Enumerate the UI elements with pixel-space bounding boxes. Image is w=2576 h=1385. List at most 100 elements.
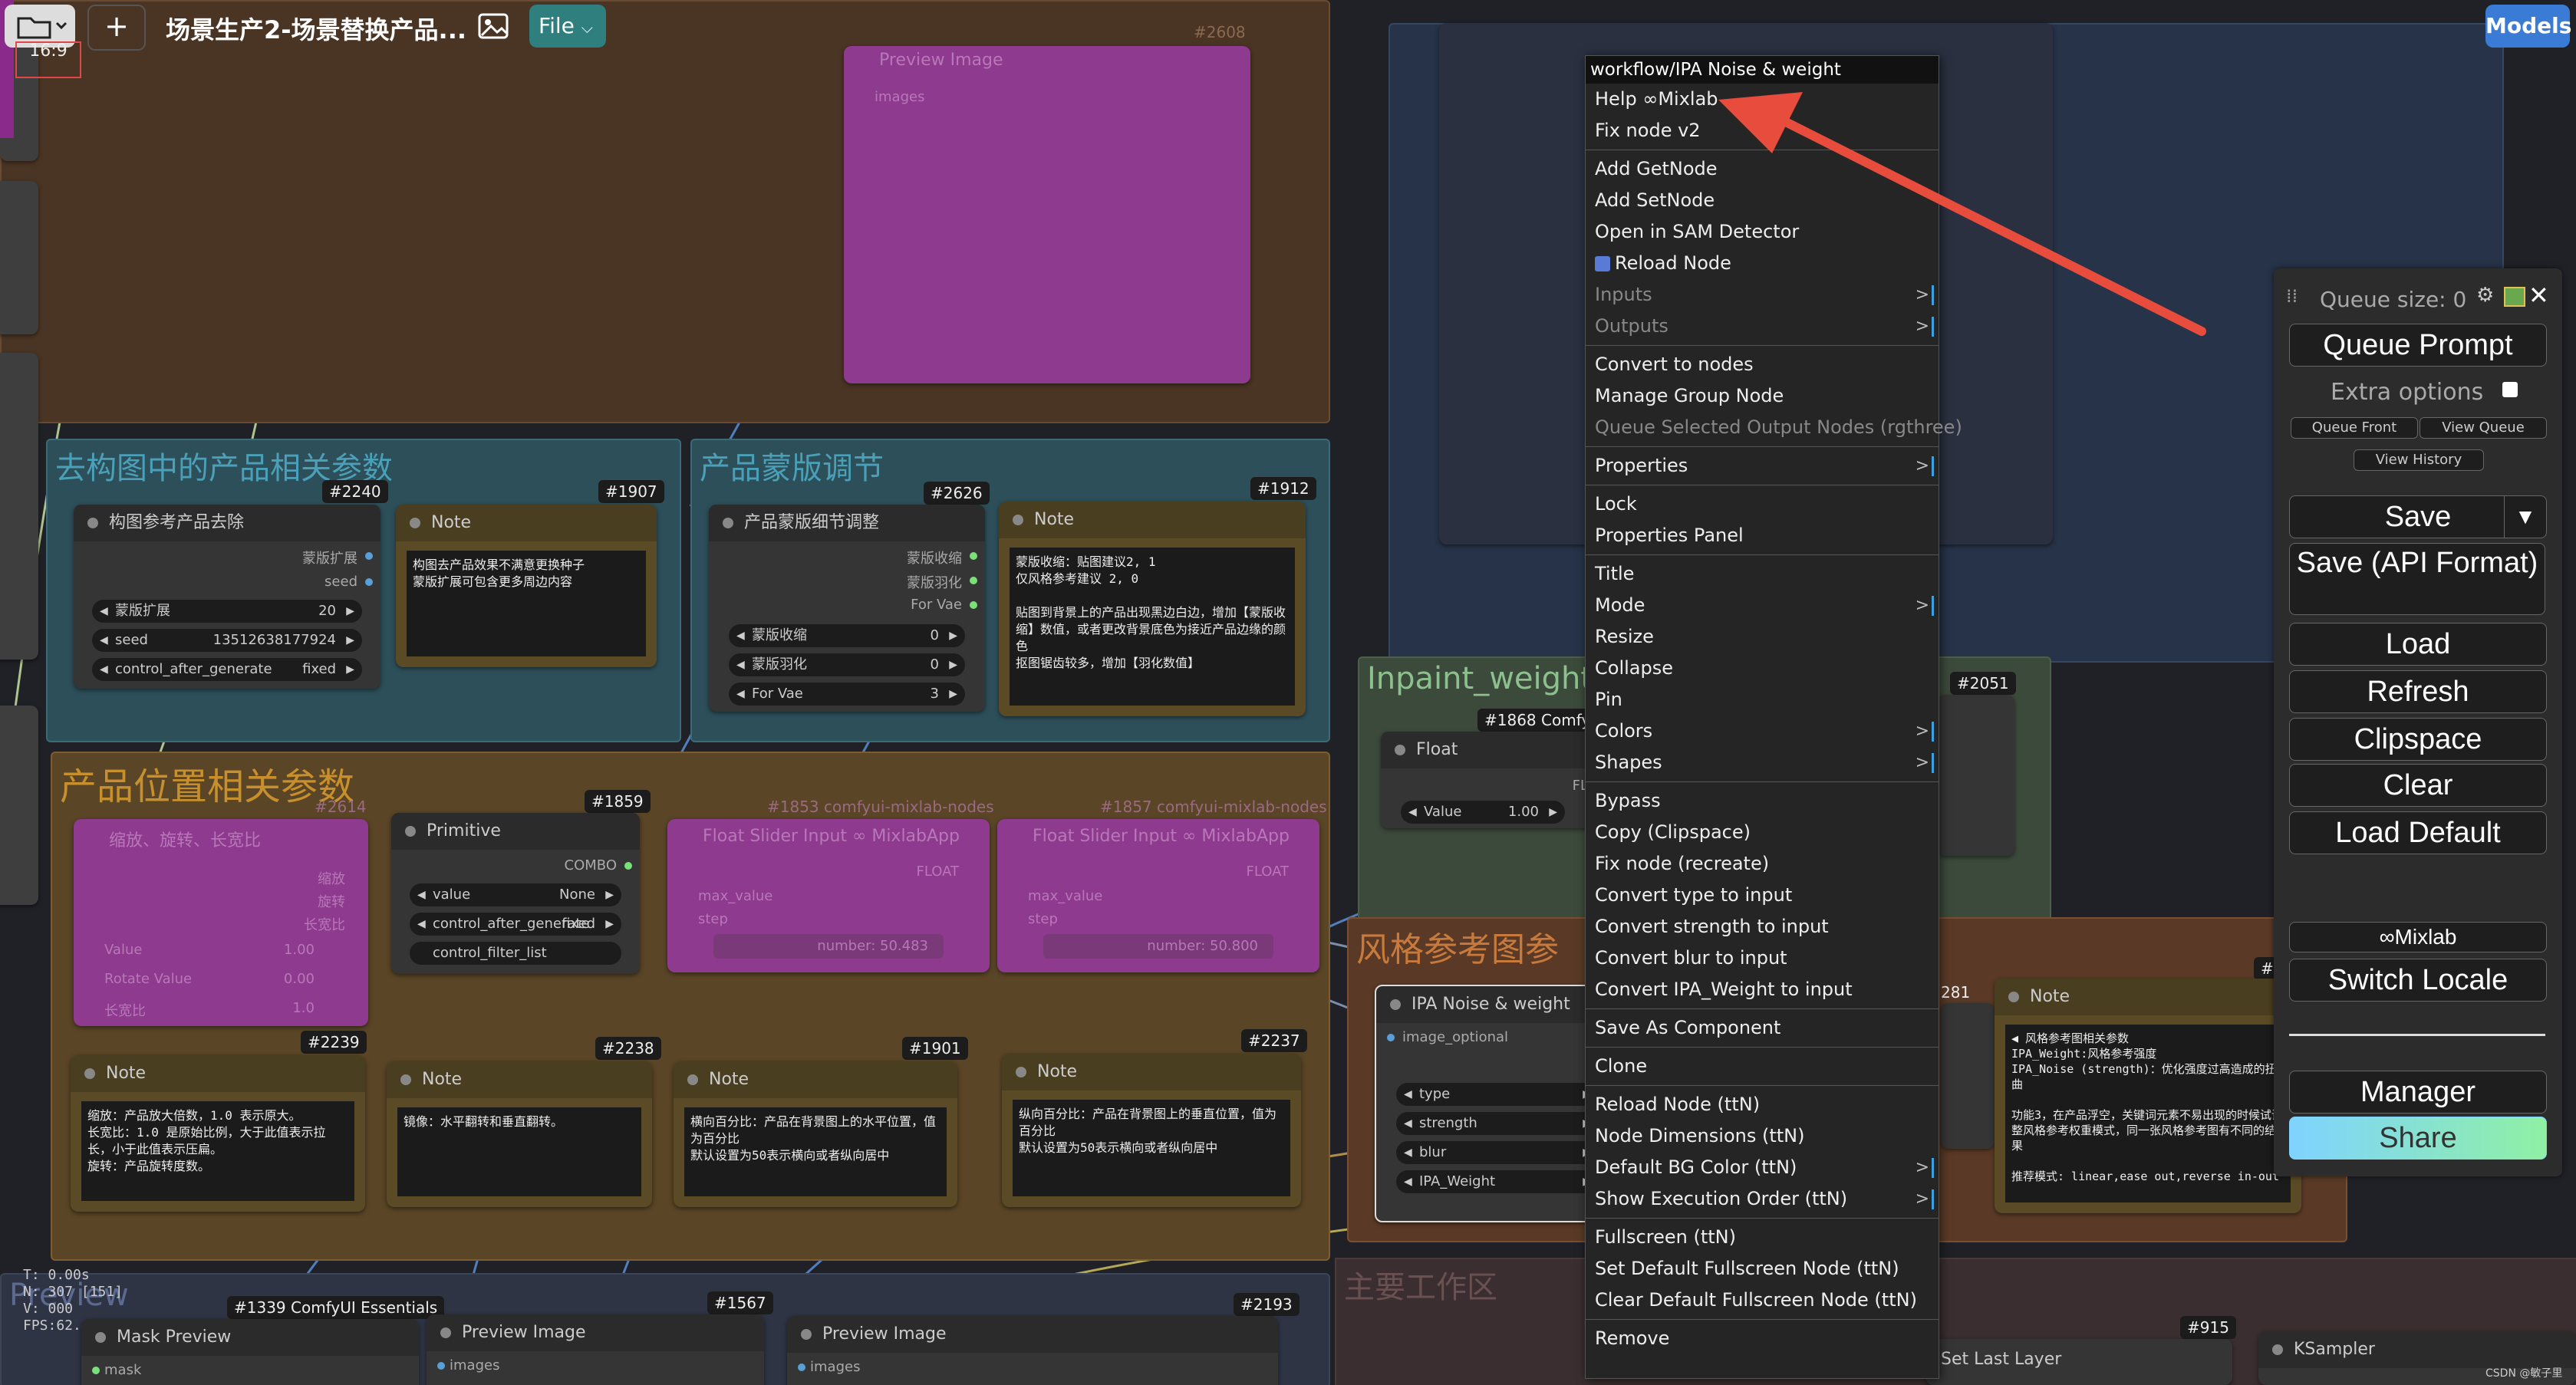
widget-max-value[interactable]: max_value [1028,888,1102,904]
menu-item-pin[interactable]: Pin [1586,684,1939,716]
note-text[interactable]: 纵向百分比：产品在背景图上的垂直位置，值为百分比 默认设置为50表示横向或者纵向… [1013,1100,1290,1196]
widget-step[interactable]: step [698,911,728,927]
menu-item-mode[interactable]: Mode > [1586,590,1939,621]
gear-icon[interactable]: ⚙ [2476,284,2494,307]
menu-item-collapse[interactable]: Collapse [1586,653,1939,684]
file-menu-button[interactable]: File ⌵ [529,5,606,48]
output-slot[interactable] [365,578,373,586]
note-style-reference[interactable]: Note ◀ 风格参考图相关参数 IPA_Weight:风格参考强度 IPA_N… [1995,979,2301,1213]
float-node-1868[interactable]: Float FL Value1.00 [1381,732,1596,828]
widget-strength[interactable]: strength [1396,1112,1599,1135]
node-281[interactable] [1941,1003,1995,1149]
menu-item-convert-ipa-weight[interactable]: Convert IPA_Weight to input [1586,974,1939,1005]
note-text[interactable]: 横向百分比：产品在背景图上的水平位置，值为百分比 默认设置为50表示横向或者纵向… [684,1107,947,1196]
widget-ipa-weight[interactable]: IPA_Weight [1396,1170,1599,1193]
menu-item-node-dimensions-ttn[interactable]: Node Dimensions (ttN) [1586,1120,1939,1152]
manager-button[interactable]: Manager [2289,1071,2547,1114]
menu-item-show-execution-order-ttn[interactable]: Show Execution Order (ttN) > [1586,1183,1939,1215]
input-slot[interactable] [1387,1034,1395,1041]
menu-item-convert-strength[interactable]: Convert strength to input [1586,911,1939,943]
widget-control-after-generate[interactable]: control_after_generatefixed [410,913,621,936]
menu-item-queue-selected-output-nodes[interactable]: Queue Selected Output Nodes (rgthree) [1586,412,1962,443]
widget-max-value[interactable]: max_value [698,888,772,904]
widget-type[interactable]: type [1396,1083,1599,1106]
side-node-3[interactable] [0,353,38,660]
output-slot[interactable] [970,577,977,584]
menu-item-properties[interactable]: Properties > [1586,450,1939,482]
note-node-1901[interactable]: Note 横向百分比：产品在背景图上的水平位置，值为百分比 默认设置为50表示横… [674,1061,957,1207]
menu-item-convert-blur[interactable]: Convert blur to input [1586,943,1939,974]
queue-front-button[interactable]: Queue Front [2291,417,2418,439]
preview-image-node-2193[interactable]: Preview Image images [787,1316,1278,1385]
menu-item-default-bg-color-ttn[interactable]: Default BG Color (ttN) > [1586,1152,1939,1183]
widget-step[interactable]: step [1028,911,1058,927]
menu-item-manage-group-node[interactable]: Manage Group Node [1586,380,1939,412]
menu-item-title[interactable]: Title [1586,558,1939,590]
widget-mask-shrink[interactable]: 蒙版收缩 0 [729,624,965,647]
note-node-1912[interactable]: Note 蒙版收缩：贴图建议2, 1 仅风格参考建议 2, 0 贴图到背景上的产… [999,502,1306,716]
output-slot[interactable] [624,862,632,870]
widget-control-after-generate[interactable]: control_after_generatefixed [92,658,362,681]
share-button[interactable]: Share [2289,1117,2547,1160]
close-icon[interactable]: ✕ [2528,281,2549,310]
view-history-button[interactable]: View History [2354,449,2484,471]
menu-item-lock[interactable]: Lock [1586,489,1939,520]
input-slot[interactable] [437,1362,445,1370]
chevron-down-icon[interactable]: ▼ [2504,496,2546,538]
menu-item-fix-node-recreate[interactable]: Fix node (recreate) [1586,848,1939,880]
note-text[interactable]: 构图去产品效果不满意更换种子 蒙版扩展可包含更多周边内容 [407,551,646,656]
menu-item-resize[interactable]: Resize [1586,621,1939,653]
refresh-button[interactable]: Refresh [2289,670,2547,713]
note-node-2237[interactable]: Note 纵向百分比：产品在背景图上的垂直位置，值为百分比 默认设置为50表示横… [1002,1054,1301,1207]
models-button[interactable]: Models [2485,5,2571,48]
image-icon[interactable] [477,12,511,40]
slider-number[interactable]: number: 50.483 [713,934,944,959]
menu-item-shapes[interactable]: Shapes > [1586,747,1939,778]
output-slot[interactable] [970,601,977,609]
image-icon[interactable] [2504,287,2525,307]
menu-item-remove[interactable]: Remove [1586,1323,1939,1354]
widget-label[interactable]: Value [104,942,142,958]
widget-value[interactable]: Value 1.00 [1401,801,1565,824]
ipa-noise-weight-node[interactable]: IPA Noise & weight image_optional type s… [1375,985,1599,1222]
set-last-layer-node-915[interactable]: Set Last Layer [1925,1339,2232,1385]
menu-item-fullscreen-ttn[interactable]: Fullscreen (ttN) [1586,1222,1939,1253]
widget-label[interactable]: 长宽比 [104,1000,146,1020]
note-text[interactable]: ◀ 风格参考图相关参数 IPA_Weight:风格参考强度 IPA_Noise … [2005,1025,2291,1202]
mask-preview-node-1339[interactable]: Mask Preview mask [81,1319,419,1385]
preview-image-node-2608[interactable]: Preview Image images [844,46,1250,383]
note-text[interactable]: 蒙版收缩：贴图建议2, 1 仅风格参考建议 2, 0 贴图到背景上的产品出现黑边… [1010,548,1295,706]
menu-item-properties-panel[interactable]: Properties Panel [1586,520,1939,551]
queue-prompt-button[interactable]: Queue Prompt [2289,324,2547,367]
save-button[interactable]: Save ▼ [2289,495,2547,538]
note-node-2239[interactable]: Note 缩放：产品放大倍数，1.0 表示原大。 长宽比：1.0 是原始比例，大… [71,1055,365,1212]
input-slot[interactable] [92,1367,100,1374]
menu-item-set-default-fullscreen-ttn[interactable]: Set Default Fullscreen Node (ttN) [1586,1253,1939,1285]
widget-blur[interactable]: blur [1396,1141,1599,1164]
node-2051[interactable] [1938,695,2014,856]
note-text[interactable]: 镜像：水平翻转和垂直翻转。 [397,1107,641,1196]
widget-label[interactable]: Rotate Value [104,971,192,987]
float-slider-node-1857[interactable]: Float Slider Input ∞ MixlabApp FLOAT max… [997,819,1319,972]
output-slot[interactable] [365,552,373,560]
extra-options-checkbox[interactable] [2502,382,2518,397]
widget-control-filter-list[interactable]: control_filter_list [410,942,621,965]
drag-handle-icon[interactable]: ⁞⁞ [2286,285,2298,307]
node-2626-mask-detail[interactable]: 产品蒙版细节调整 蒙版收缩 蒙版羽化 For Vae 蒙版收缩 0 蒙版羽化 0 F… [709,505,985,712]
node-2614-scale-rotate[interactable]: 缩放、旋转、长宽比 缩放 旋转 长宽比 Value 1.00 Rotate Va… [74,819,368,1026]
note-node-2238[interactable]: Note 镜像：水平翻转和垂直翻转。 [387,1061,652,1207]
input-slot[interactable] [798,1364,805,1371]
menu-item-clone[interactable]: Clone [1586,1051,1939,1082]
menu-item-reload-node-ttn[interactable]: Reload Node (ttN) [1586,1089,1939,1120]
menu-item-copy-clipspace[interactable]: Copy (Clipspace) [1586,817,1939,848]
widget-value[interactable]: value None [410,883,621,906]
load-default-button[interactable]: Load Default [2289,811,2547,854]
widget-mask-feather[interactable]: 蒙版羽化 0 [729,653,965,676]
side-node-4[interactable] [0,706,38,905]
output-slot[interactable] [970,552,977,560]
mixlab-button[interactable]: ∞Mixlab [2289,922,2547,952]
save-api-format-button[interactable]: Save (API Format) [2289,543,2545,615]
widget-seed[interactable]: seed 13512638177924 [92,629,362,652]
note-text[interactable]: 缩放：产品放大倍数，1.0 表示原大。 长宽比：1.0 是原始比例，大于此值表示… [81,1101,354,1201]
add-workflow-button[interactable]: + [87,5,146,51]
